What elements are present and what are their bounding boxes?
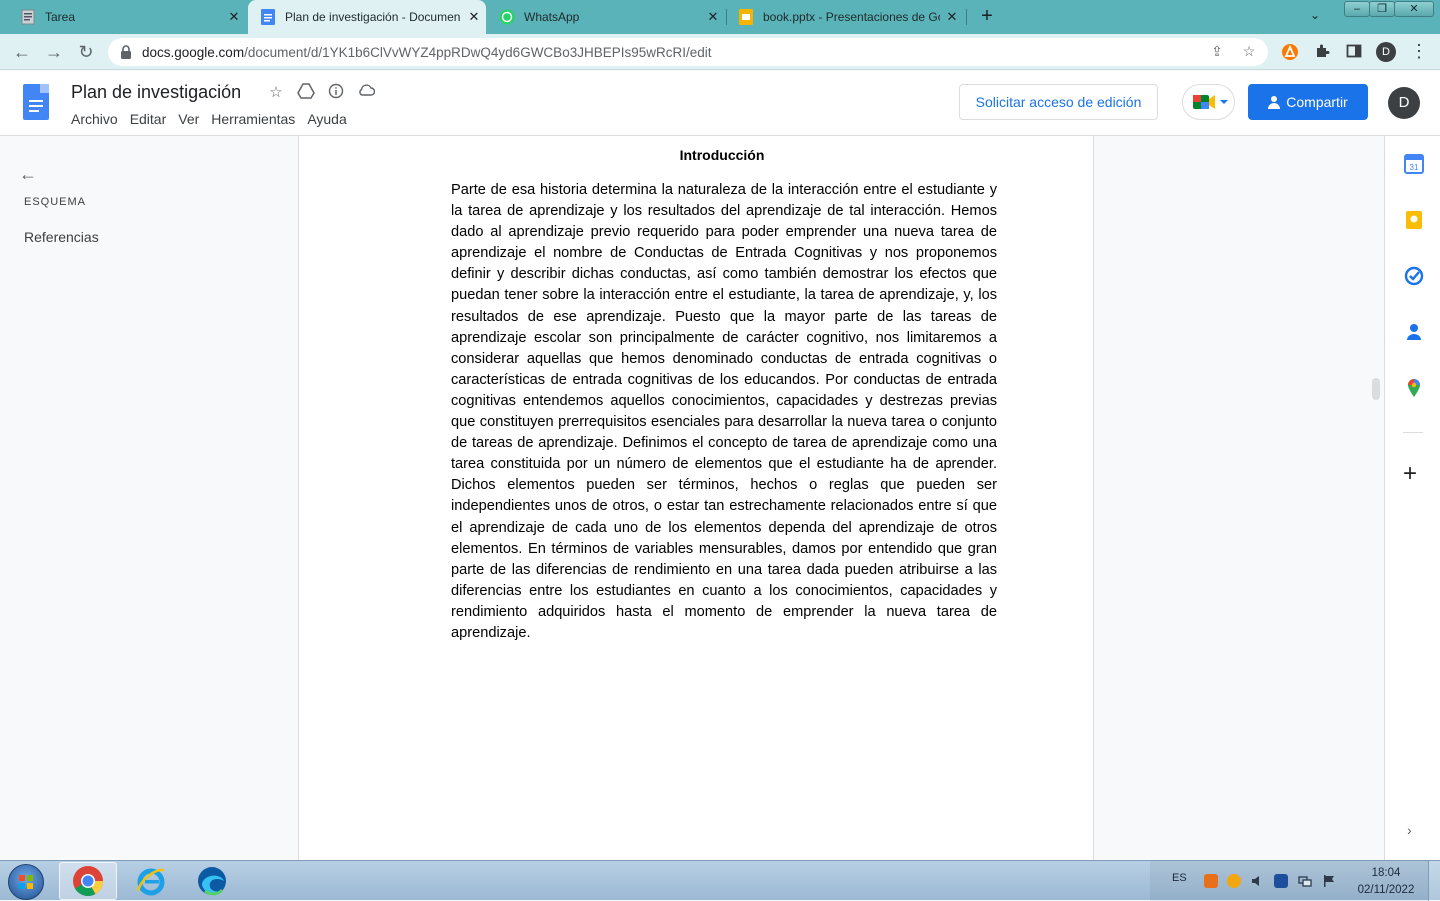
- tab-title: Plan de investigación - Documen: [285, 10, 461, 24]
- outline-heading: ESQUEMA: [24, 196, 87, 208]
- docs-logo-icon[interactable]: [23, 84, 49, 120]
- url-domain: docs.google.com: [142, 45, 245, 60]
- tab-separator: [966, 9, 967, 25]
- document-scrollbar[interactable]: [1372, 378, 1380, 400]
- person-lock-icon: [1268, 96, 1281, 109]
- keep-icon[interactable]: [1404, 210, 1424, 230]
- forward-arrow-icon[interactable]: →: [43, 41, 65, 63]
- add-addon-plus-icon[interactable]: +: [1403, 462, 1417, 486]
- panel-divider: [1403, 432, 1423, 433]
- docs-header: Plan de investigación ☆ Archivo Editar V…: [0, 71, 1440, 136]
- browser-toolbar: ← → ↻ docs.google.com/document/d/1YK1b6C…: [0, 34, 1440, 70]
- svg-text:31: 31: [1410, 163, 1419, 172]
- expand-panel-chevron-icon[interactable]: ›: [1407, 822, 1412, 838]
- tab-search-chevron-icon[interactable]: ⌄: [1310, 8, 1320, 22]
- account-avatar[interactable]: D: [1388, 87, 1420, 119]
- document-title[interactable]: Plan de investigación: [71, 82, 241, 103]
- tarea-favicon-icon: [20, 9, 36, 25]
- url-text: docs.google.com/document/d/1YK1b6ClVvWYZ…: [142, 45, 712, 60]
- close-window-icon[interactable]: ✕: [1394, 1, 1434, 17]
- star-icon[interactable]: ☆: [266, 83, 286, 103]
- maps-icon[interactable]: [1404, 378, 1424, 398]
- slides-favicon-icon: [738, 9, 754, 25]
- tab-title: book.pptx - Presentaciones de Go: [763, 10, 940, 24]
- update-tray-icon[interactable]: [1227, 874, 1241, 888]
- side-panel-icon[interactable]: [1345, 43, 1363, 61]
- document-canvas: Introducción Parte de esa historia deter…: [298, 136, 1384, 860]
- docs-favicon-icon: [260, 9, 276, 25]
- clock-date: 02/11/2022: [1357, 884, 1415, 896]
- close-tab-icon[interactable]: ✕: [940, 9, 964, 25]
- chrome-icon: [73, 866, 103, 897]
- menu-ver[interactable]: Ver: [178, 111, 199, 127]
- back-arrow-icon[interactable]: ←: [11, 41, 33, 63]
- menu-herramientas[interactable]: Herramientas: [211, 111, 295, 127]
- tab-tarea[interactable]: Tarea ✕: [8, 0, 246, 34]
- tasks-icon[interactable]: [1404, 266, 1424, 286]
- menu-ayuda[interactable]: Ayuda: [307, 111, 346, 127]
- section-heading: Introducción: [679, 147, 765, 163]
- document-page[interactable]: Introducción Parte de esa historia deter…: [298, 136, 1094, 860]
- close-tab-icon[interactable]: ✕: [462, 9, 486, 25]
- cloud-status-icon[interactable]: [356, 83, 376, 103]
- restore-window-icon[interactable]: ❐: [1369, 1, 1395, 17]
- avast-tray-icon[interactable]: [1204, 874, 1218, 888]
- taskbar-clock[interactable]: 18:04 02/11/2022: [1350, 865, 1422, 899]
- tab-title: WhatsApp: [524, 10, 580, 24]
- close-tab-icon[interactable]: ✕: [222, 9, 246, 25]
- volume-icon[interactable]: [1250, 874, 1264, 888]
- new-tab-button[interactable]: +: [975, 6, 999, 28]
- extensions-puzzle-icon[interactable]: [1313, 43, 1331, 61]
- close-outline-arrow-icon[interactable]: ←: [19, 164, 37, 185]
- lock-icon: [120, 45, 132, 64]
- whatsapp-favicon-icon: [499, 9, 515, 25]
- taskbar-chrome[interactable]: [59, 862, 117, 900]
- avast-extension-icon[interactable]: [1281, 43, 1299, 61]
- reload-icon[interactable]: ↻: [75, 41, 97, 63]
- taskbar-edge[interactable]: [183, 862, 241, 900]
- menu-bar: Archivo Editar Ver Herramientas Ayuda: [71, 111, 359, 127]
- calendar-icon[interactable]: 31: [1404, 154, 1424, 174]
- request-edit-access-button[interactable]: Solicitar acceso de edición: [959, 84, 1158, 120]
- move-to-drive-icon[interactable]: [296, 83, 316, 103]
- side-apps-panel: 31 + ›: [1384, 136, 1440, 860]
- clock-time: 18:04: [1371, 867, 1401, 879]
- body-paragraph: Parte de esa historia determina la natur…: [451, 182, 997, 641]
- share-label: Compartir: [1286, 94, 1348, 110]
- tab-book-pptx[interactable]: book.pptx - Presentaciones de Go ✕: [726, 0, 964, 34]
- taskbar-internet-explorer[interactable]: [122, 862, 180, 900]
- meet-video-icon: [1193, 95, 1228, 109]
- tab-whatsapp[interactable]: WhatsApp ✕: [487, 0, 725, 34]
- windows-start-button[interactable]: [8, 864, 44, 900]
- share-page-icon[interactable]: ⇪: [1208, 43, 1226, 61]
- details-info-icon[interactable]: [326, 83, 346, 103]
- document-outline-panel: ← ESQUEMA Referencias: [0, 136, 298, 860]
- menu-editar[interactable]: Editar: [130, 111, 167, 127]
- input-language-indicator[interactable]: ES: [1172, 872, 1187, 884]
- internet-explorer-icon: [136, 868, 165, 896]
- windows-logo-icon: [19, 875, 33, 889]
- browser-profile-avatar[interactable]: D: [1376, 42, 1396, 62]
- windows-taskbar: ES 18:04 02/11/2022: [0, 860, 1440, 901]
- contacts-icon[interactable]: [1404, 322, 1424, 342]
- browser-tab-strip: Tarea ✕ Plan de investigación - Documen …: [0, 0, 1440, 34]
- show-desktop-button[interactable]: [1428, 861, 1440, 901]
- outline-item-referencias[interactable]: Referencias: [24, 229, 99, 245]
- address-bar[interactable]: docs.google.com/document/d/1YK1b6ClVvWYZ…: [108, 38, 1268, 66]
- action-center-flag-icon[interactable]: [1322, 874, 1336, 888]
- network-icon[interactable]: [1298, 874, 1312, 888]
- bookmark-star-icon[interactable]: ☆: [1240, 43, 1258, 61]
- tab-title: Tarea: [45, 10, 76, 24]
- minimize-window-icon[interactable]: –: [1344, 1, 1370, 17]
- browser-menu-icon[interactable]: ⋮: [1410, 41, 1428, 62]
- edge-icon: [198, 867, 226, 896]
- close-tab-icon[interactable]: ✕: [701, 9, 725, 25]
- menu-archivo[interactable]: Archivo: [71, 111, 118, 127]
- tab-plan-de-investigacion[interactable]: Plan de investigación - Documen ✕: [248, 0, 486, 34]
- url-path: /document/d/1YK1b6ClVvWYZ4ppRDwQ4yd6GWCB…: [244, 45, 712, 60]
- meet-button[interactable]: [1182, 84, 1235, 120]
- network-monitor-icon[interactable]: [1274, 874, 1288, 888]
- share-button[interactable]: Compartir: [1248, 84, 1368, 120]
